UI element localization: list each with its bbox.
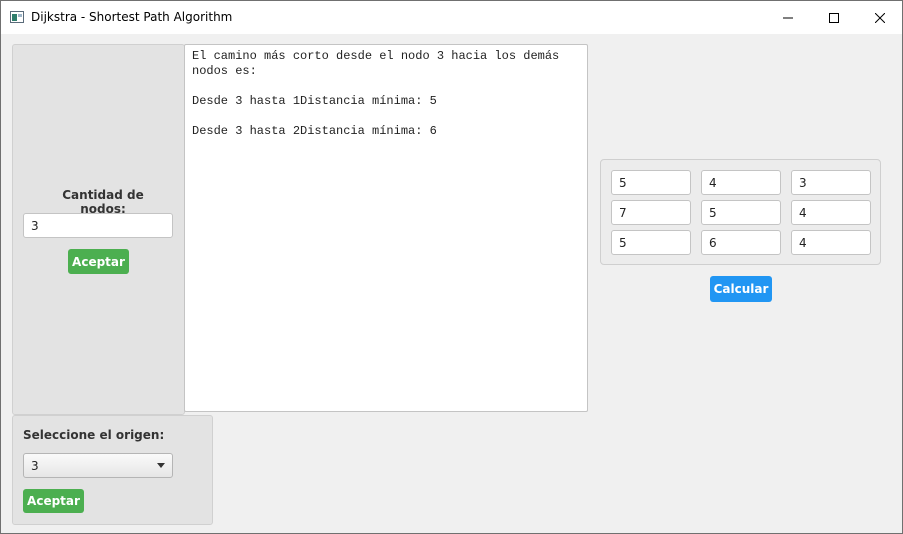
matrix-cell[interactable]: 4 [791,200,871,225]
title-bar: Dijkstra - Shortest Path Algorithm [1,1,902,34]
close-icon [875,12,885,23]
nodes-count-input[interactable]: 3 [23,213,173,238]
origin-select-value: 3 [31,458,39,473]
matrix-cell[interactable]: 6 [701,230,781,255]
matrix-cell[interactable]: 4 [701,170,781,195]
maximize-button[interactable] [811,1,857,34]
result-textarea[interactable]: El camino más corto desde el nodo 3 haci… [184,44,588,412]
origin-select[interactable]: 3 [23,453,173,478]
matrix-cell[interactable]: 7 [611,200,691,225]
matrix-cell[interactable]: 5 [611,170,691,195]
matrix-cell[interactable]: 4 [791,230,871,255]
matrix-cell[interactable]: 3 [791,170,871,195]
chevron-down-icon [157,463,165,468]
matrix-cell[interactable]: 5 [611,230,691,255]
minimize-button[interactable] [765,1,811,34]
matrix-cell[interactable]: 5 [701,200,781,225]
calculate-button[interactable]: Calcular [710,276,772,302]
maximize-icon [829,12,839,23]
origin-label: Seleccione el origen: [23,428,165,442]
nodes-count-label: Cantidad de nodos: [62,188,144,216]
accept-origin-button[interactable]: Aceptar [23,489,84,513]
origin-panel: Seleccione el origen: 3 Aceptar [12,415,213,525]
close-button[interactable] [857,1,903,34]
adjacency-matrix-panel: 5 4 3 7 5 4 5 6 4 [600,159,881,265]
app-window: Dijkstra - Shortest Path Algorithm Canti… [0,0,903,534]
nodes-panel: Cantidad de nodos: 3 Aceptar [12,44,185,415]
minimize-icon [783,17,793,18]
java-app-icon [10,11,24,23]
accept-nodes-button[interactable]: Aceptar [68,249,129,274]
window-title: Dijkstra - Shortest Path Algorithm [31,10,233,24]
